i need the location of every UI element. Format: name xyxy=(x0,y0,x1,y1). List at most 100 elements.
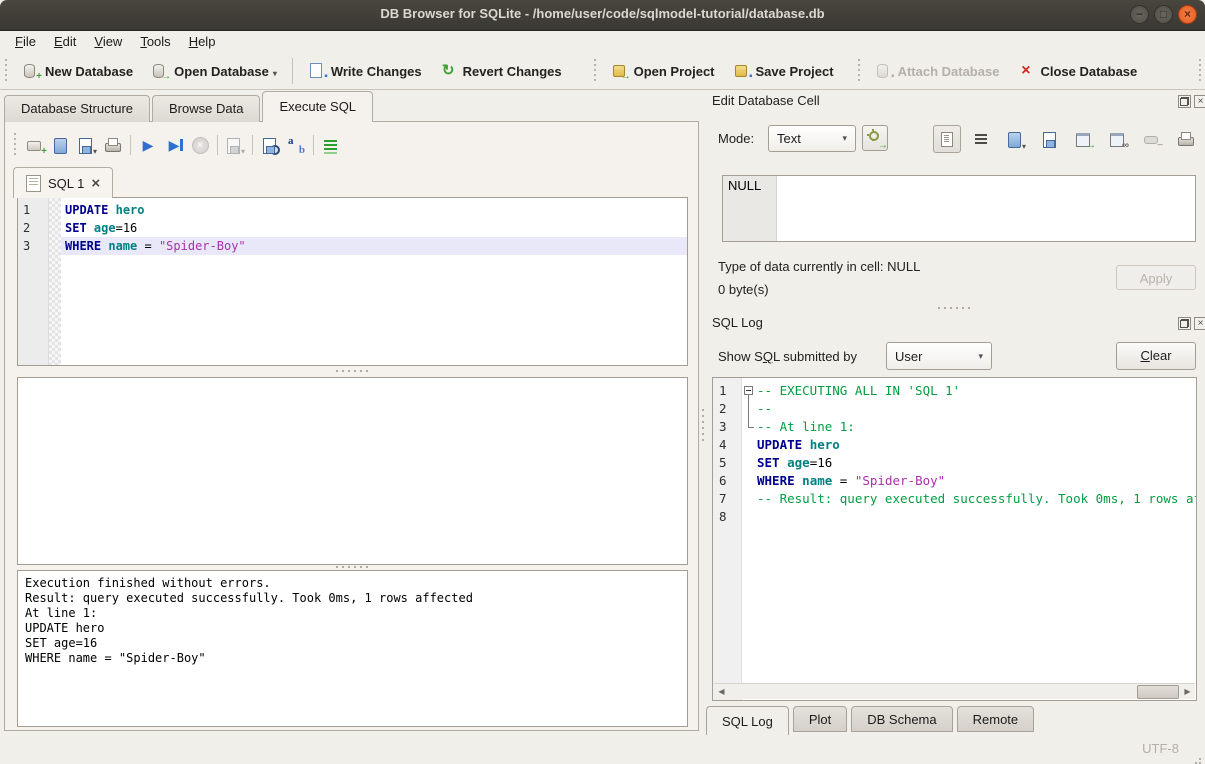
open-in-window-button[interactable]: → xyxy=(1071,126,1097,152)
open-sql-tab-button[interactable]: + xyxy=(22,133,48,157)
print-cell-button[interactable] xyxy=(1173,126,1199,152)
word-wrap-button[interactable] xyxy=(969,126,995,152)
menu-help[interactable]: Help xyxy=(180,32,225,51)
app-window: DB Browser for SQLite - /home/user/code/… xyxy=(0,0,1205,764)
code-text: -- xyxy=(757,400,1196,418)
text-mode-button[interactable] xyxy=(933,125,961,153)
resize-grip[interactable] xyxy=(1199,758,1201,760)
open-sql-file-button[interactable] xyxy=(48,133,74,157)
tab-database-structure[interactable]: Database Structure xyxy=(4,95,150,122)
fold-line xyxy=(748,418,754,428)
toolbar-drag-handle[interactable] xyxy=(1198,59,1203,83)
sql-log-view[interactable]: 1 -- EXECUTING ALL IN 'SQL 1' 2 -- 3 -- … xyxy=(712,377,1197,701)
tab-plot[interactable]: Plot xyxy=(793,706,847,732)
vertical-splitter[interactable] xyxy=(699,121,706,731)
close-button[interactable]: × xyxy=(1178,5,1197,24)
save-sql-file-button[interactable]: ▾ xyxy=(74,133,100,157)
menu-file[interactable]: File xyxy=(6,32,45,51)
code-text: SET age=16 xyxy=(757,454,1196,472)
export-data-button[interactable] xyxy=(1037,126,1063,152)
edit-cell-dock-title: Edit Database Cell xyxy=(712,93,820,113)
toolbar-button-label: Close Database xyxy=(1040,64,1137,79)
import-settings-button[interactable]: → xyxy=(862,125,888,151)
toolbar-drag-handle[interactable] xyxy=(857,59,862,83)
copy-link-button[interactable]: ∞ xyxy=(1105,126,1131,152)
code-text xyxy=(757,508,1196,526)
open-database-button[interactable]: → Open Database ▾ xyxy=(142,59,286,83)
write-changes-button[interactable]: ▪ Write Changes xyxy=(299,59,431,83)
scroll-left-icon[interactable]: ◀ xyxy=(714,684,729,699)
maximize-button[interactable]: □ xyxy=(1154,5,1173,24)
close-database-icon: × xyxy=(1017,63,1034,79)
revert-changes-button[interactable]: ↻ Revert Changes xyxy=(431,59,571,83)
log-line: 5 SET age=16 xyxy=(713,454,1196,472)
save-project-button[interactable]: ▪ Save Project xyxy=(724,59,843,83)
set-null-button[interactable]: − xyxy=(1139,126,1165,152)
sql-tab[interactable]: SQL 1 × xyxy=(13,167,113,198)
close-database-button[interactable]: × Close Database xyxy=(1008,59,1146,83)
cell-value-editor[interactable]: NULL xyxy=(722,175,1196,242)
format-sql-button[interactable] xyxy=(318,133,344,157)
code-text: -- Result: query executed successfully. … xyxy=(757,490,1196,508)
float-dock-icon[interactable] xyxy=(1178,95,1191,108)
fold-collapse-icon[interactable] xyxy=(744,386,753,395)
save-results-button[interactable]: ▾ xyxy=(222,133,248,157)
line-number: 3 xyxy=(18,237,48,255)
tab-sql-log[interactable]: SQL Log xyxy=(706,706,789,735)
code-line: 1 UPDATE hero xyxy=(18,201,687,219)
float-dock-icon[interactable] xyxy=(1178,317,1191,330)
tab-browse-data[interactable]: Browse Data xyxy=(152,95,260,122)
close-dock-icon[interactable]: × xyxy=(1194,95,1205,108)
clear-button-label: Clear xyxy=(1140,343,1171,369)
format-icon xyxy=(322,137,340,154)
line-number: 4 xyxy=(713,436,741,454)
apply-button[interactable]: Apply xyxy=(1116,265,1196,290)
clear-log-button[interactable]: Clear xyxy=(1116,342,1196,370)
menu-edit[interactable]: Edit xyxy=(45,32,85,51)
print-sql-button[interactable] xyxy=(100,133,126,157)
scroll-right-icon[interactable]: ▶ xyxy=(1180,684,1195,699)
close-tab-icon[interactable]: × xyxy=(91,177,100,190)
horizontal-splitter[interactable] xyxy=(17,368,688,374)
import-data-button[interactable]: ▾ xyxy=(1003,126,1029,152)
find-button[interactable] xyxy=(257,133,283,157)
mode-combobox[interactable]: Text ▾ xyxy=(768,125,856,152)
minimize-button[interactable]: − xyxy=(1130,5,1149,24)
new-database-icon: + xyxy=(22,63,39,79)
tab-execute-sql[interactable]: Execute SQL xyxy=(262,91,373,122)
log-line: 7 -- Result: query executed successfully… xyxy=(713,490,1196,508)
scrollbar-thumb[interactable] xyxy=(1137,685,1179,699)
tab-remote[interactable]: Remote xyxy=(957,706,1035,732)
code-line: 2 SET age=16 xyxy=(18,219,687,237)
horizontal-splitter[interactable] xyxy=(712,305,1197,311)
open-project-button[interactable]: → Open Project xyxy=(602,59,724,83)
attach-database-icon: ▪ xyxy=(875,63,892,79)
titlebar[interactable]: DB Browser for SQLite - /home/user/code/… xyxy=(0,0,1205,31)
sql-code-editor[interactable]: 1 UPDATE hero 2 SET age=16 3 WHERE name … xyxy=(17,197,688,366)
menu-tools[interactable]: Tools xyxy=(131,32,179,51)
stop-execution-button[interactable]: × xyxy=(187,133,213,157)
log-filter-combobox[interactable]: User ▾ xyxy=(886,342,992,370)
new-database-button[interactable]: + New Database xyxy=(13,59,142,83)
log-line: 3 -- At line 1: xyxy=(713,418,1196,436)
execute-current-line-button[interactable]: ▶ xyxy=(161,133,187,157)
toolbar-drag-handle[interactable] xyxy=(4,59,9,83)
close-dock-icon[interactable]: × xyxy=(1194,317,1205,330)
tab-db-schema[interactable]: DB Schema xyxy=(851,706,952,732)
chevron-down-icon: ▾ xyxy=(842,133,847,144)
save-sql-file-icon xyxy=(77,137,95,154)
execute-current-line-icon: ▶ xyxy=(165,137,183,154)
execute-all-button[interactable]: ▶ xyxy=(135,133,161,157)
toolbar-drag-handle[interactable] xyxy=(593,59,598,83)
menu-view[interactable]: View xyxy=(85,32,131,51)
line-number: 5 xyxy=(713,454,741,472)
find-replace-button[interactable]: ab xyxy=(283,133,309,157)
menubar: File Edit View Tools Help xyxy=(0,30,1205,53)
attach-database-button[interactable]: ▪ Attach Database xyxy=(866,59,1009,83)
toolbar-drag-handle[interactable] xyxy=(13,133,18,157)
open-sql-file-icon xyxy=(52,137,70,154)
horizontal-scrollbar[interactable]: ◀ ▶ xyxy=(714,683,1195,699)
encoding-indicator[interactable]: UTF-8 xyxy=(1142,741,1179,756)
mode-label: Mode: xyxy=(718,131,754,146)
message-line: UPDATE hero xyxy=(25,621,680,636)
